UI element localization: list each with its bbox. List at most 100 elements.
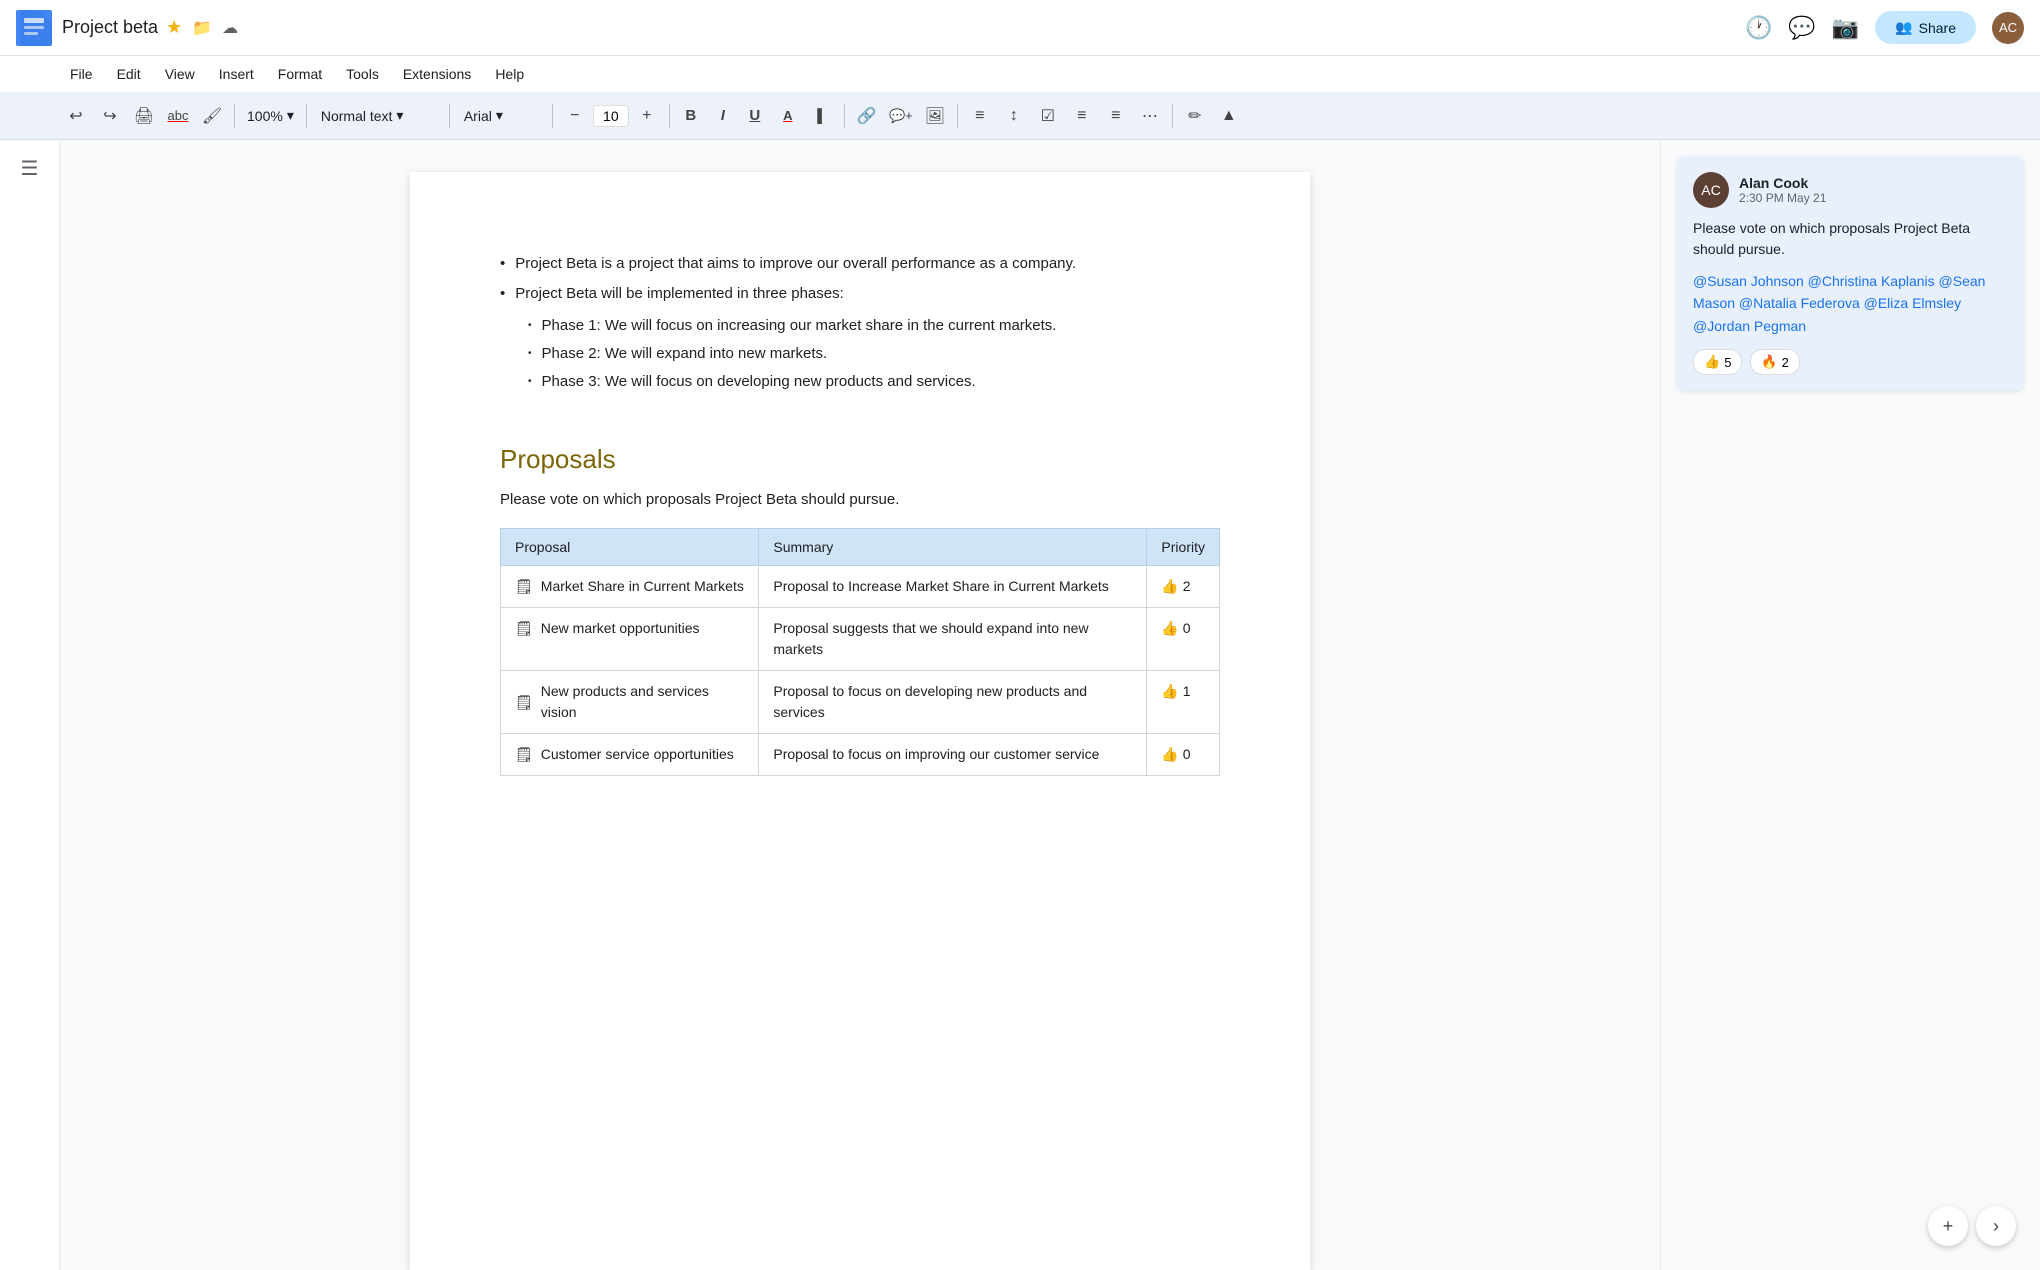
font-select[interactable]: Arial ▾ [456, 103, 546, 128]
proposal-icon: 🗒 [515, 744, 533, 765]
table-cell-proposal: 🗒 Customer service opportunities [501, 734, 759, 776]
separator-7 [957, 104, 958, 128]
proposals-table: Proposal Summary Priority 🗒 Market Share… [500, 528, 1220, 776]
reaction-fire-button[interactable]: 🔥 2 [1750, 349, 1799, 375]
undo-button[interactable]: ↩ [60, 100, 92, 132]
right-sidebar: AC Alan Cook 2:30 PM May 21 Please vote … [1660, 140, 2040, 1270]
alignment-button[interactable]: ≡ [964, 100, 996, 132]
expand-sidebar-fab[interactable]: › [1976, 1206, 2016, 1246]
thumbs-up-count: 5 [1724, 355, 1731, 370]
avatar[interactable]: AC [1992, 12, 2024, 44]
table-cell-summary: Proposal suggests that we should expand … [759, 608, 1147, 671]
list-item: Project Beta will be implemented in thre… [500, 282, 1220, 306]
menu-bar: File Edit View Insert Format Tools Exten… [0, 56, 2040, 92]
proposals-description: Please vote on which proposals Project B… [500, 491, 1220, 508]
table-cell-proposal: 🗒 New market opportunities [501, 608, 759, 671]
table-cell-priority: 👍 1 [1147, 671, 1220, 734]
list-item: Project Beta is a project that aims to i… [500, 252, 1220, 276]
highlight-color-button[interactable]: ▌ [806, 100, 838, 132]
collapse-toolbar-button[interactable]: ▲ [1213, 100, 1245, 132]
separator-8 [1172, 104, 1173, 128]
font-size-increase-button[interactable]: + [631, 100, 663, 132]
table-cell-proposal: 🗒 New products and services vision [501, 671, 759, 734]
zoom-select[interactable]: 100% ▾ [241, 103, 300, 128]
style-dropdown-icon: ▾ [396, 107, 403, 124]
separator-1 [234, 104, 235, 128]
spell-check-button[interactable]: abc [162, 100, 194, 132]
redo-button[interactable]: ↪ [94, 100, 126, 132]
font-size-input[interactable] [593, 105, 629, 127]
comment-author: Alan Cook [1739, 175, 1826, 191]
add-note-fab[interactable]: + [1928, 1206, 1968, 1246]
fire-count: 2 [1782, 355, 1789, 370]
text-color-button[interactable]: A [772, 100, 804, 132]
table-cell-priority: 👍 2 [1147, 566, 1220, 608]
outline-icon[interactable]: ☰ [21, 156, 39, 181]
sub-bullet-list: Phase 1: We will focus on increasing our… [528, 314, 1220, 394]
menu-tools[interactable]: Tools [336, 62, 389, 86]
share-button[interactable]: 👥 Share [1875, 11, 1976, 44]
menu-help[interactable]: Help [485, 62, 534, 86]
paint-format-button[interactable]: 🖌 [196, 100, 228, 132]
separator-2 [306, 104, 307, 128]
comment-avatar: AC [1693, 172, 1729, 208]
print-button[interactable]: 🖨 [128, 100, 160, 132]
line-spacing-button[interactable]: ↕ [998, 100, 1030, 132]
table-cell-summary: Proposal to focus on developing new prod… [759, 671, 1147, 734]
proposal-name: New products and services vision [541, 681, 745, 723]
table-header-summary: Summary [759, 529, 1147, 566]
comment-time: 2:30 PM May 21 [1739, 191, 1826, 205]
table-cell-priority: 👍 0 [1147, 734, 1220, 776]
italic-button[interactable]: I [708, 101, 738, 131]
more-options-button[interactable]: ⋯ [1134, 100, 1166, 132]
title-bar: Project beta ★ 📁 ☁ 🕐 💬 📷 👥 Share AC [0, 0, 2040, 56]
table-cell-proposal: 🗒 Market Share in Current Markets [501, 566, 759, 608]
thumbs-up-icon: 👍 [1704, 354, 1720, 370]
numbered-list-button[interactable]: ≡ [1100, 100, 1132, 132]
style-select[interactable]: Normal text ▾ [313, 103, 443, 128]
arrow-icon: › [1993, 1216, 1999, 1237]
separator-6 [844, 104, 845, 128]
title-icons: ★ 📁 ☁ [166, 17, 238, 38]
main-bullet-list: Project Beta is a project that aims to i… [500, 252, 1220, 306]
toolbar: ↩ ↪ 🖨 abc 🖌 100% ▾ Normal text ▾ Arial ▾… [0, 92, 2040, 140]
list-item: Phase 3: We will focus on developing new… [528, 370, 1220, 394]
bottom-right-fabs: + › [1928, 1206, 2016, 1246]
cloud-icon[interactable]: ☁ [222, 18, 238, 38]
menu-edit[interactable]: Edit [107, 62, 151, 86]
bullet-list-button[interactable]: ≡ [1066, 100, 1098, 132]
bold-button[interactable]: B [676, 101, 706, 131]
menu-file[interactable]: File [60, 62, 103, 86]
link-button[interactable]: 🔗 [851, 100, 883, 132]
comment-text: Please vote on which proposals Project B… [1693, 218, 2008, 260]
separator-3 [449, 104, 450, 128]
font-size-decrease-button[interactable]: − [559, 100, 591, 132]
video-icon[interactable]: 📷 [1832, 15, 1859, 41]
main-area: ☰ Project Beta is a project that aims to… [0, 140, 2040, 1270]
menu-format[interactable]: Format [268, 62, 332, 86]
table-row: 🗒 New products and services vision Propo… [501, 671, 1220, 734]
table-row: 🗒 Customer service opportunities Proposa… [501, 734, 1220, 776]
reaction-thumbs-up-button[interactable]: 👍 5 [1693, 349, 1742, 375]
table-cell-priority: 👍 0 [1147, 608, 1220, 671]
proposal-icon: 🗒 [515, 692, 533, 713]
proposal-icon: 🗒 [515, 618, 533, 639]
comment-add-button[interactable]: 💬+ [885, 100, 917, 132]
folder-icon[interactable]: 📁 [192, 18, 212, 38]
menu-view[interactable]: View [155, 62, 205, 86]
doc-title: Project beta [62, 17, 158, 38]
image-button[interactable]: 🖼 [919, 100, 951, 132]
history-icon[interactable]: 🕐 [1745, 15, 1772, 41]
table-cell-summary: Proposal to focus on improving our custo… [759, 734, 1147, 776]
menu-insert[interactable]: Insert [209, 62, 264, 86]
edit-mode-button[interactable]: ✏ [1179, 100, 1211, 132]
fire-icon: 🔥 [1761, 354, 1777, 370]
checklist-button[interactable]: ☑ [1032, 100, 1064, 132]
star-icon[interactable]: ★ [166, 17, 182, 38]
comment-mentions: @Susan Johnson @Christina Kaplanis @Sean… [1693, 270, 2008, 337]
menu-extensions[interactable]: Extensions [393, 62, 481, 86]
table-header-proposal: Proposal [501, 529, 759, 566]
underline-button[interactable]: U [740, 101, 770, 131]
comment-icon[interactable]: 💬 [1788, 15, 1815, 41]
list-item: Phase 2: We will expand into new markets… [528, 342, 1220, 366]
